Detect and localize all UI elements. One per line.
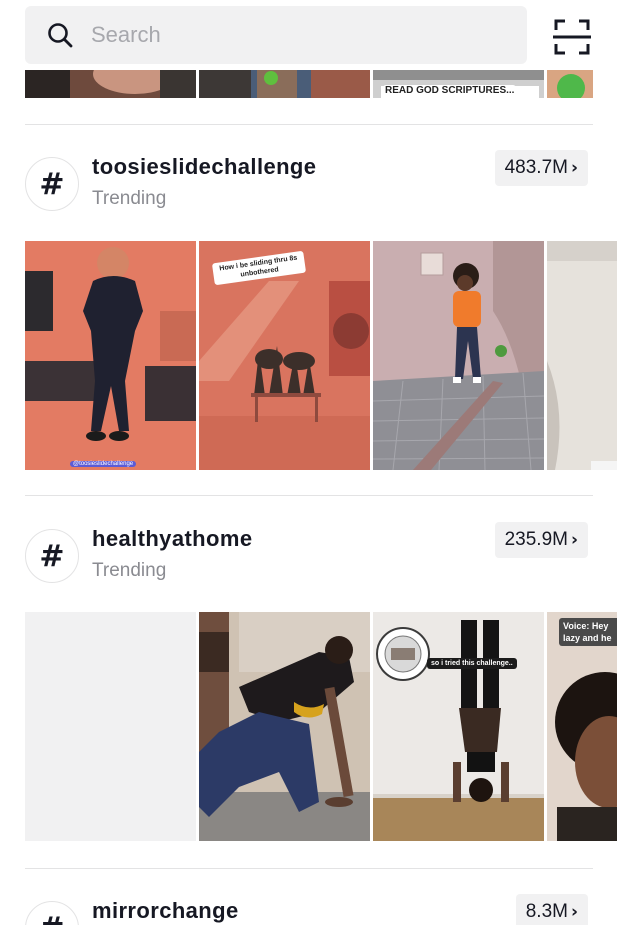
video-thumbnail[interactable] [199, 70, 370, 98]
divider [25, 124, 593, 125]
search-input[interactable] [91, 15, 491, 55]
thumbnail-image [373, 612, 544, 841]
view-count-value: 235.9M [504, 529, 568, 550]
chevron-right-icon: › [570, 158, 578, 178]
hashtag-header[interactable]: # healthyathome Trending 235.9M › [25, 522, 588, 599]
thumbnail-image [199, 612, 370, 841]
thumbnail-caption: Voice: Hey lazy and he [559, 618, 617, 646]
thumbnail-caption: so i tried this challenge.. [427, 658, 517, 669]
thumbnail-image [547, 241, 617, 470]
hashtag-icon: # [25, 901, 79, 925]
hashtag-view-count[interactable]: 8.3M › [515, 894, 588, 925]
thumbnail-image [547, 612, 617, 841]
view-count-value: 483.7M [504, 157, 568, 178]
hashtag-view-count[interactable]: 235.9M › [494, 522, 588, 558]
thumbnail-image [25, 70, 196, 98]
thumbnail-image [25, 241, 196, 470]
video-thumbnail[interactable] [547, 70, 593, 98]
hashtag-name: healthyathome [92, 526, 253, 551]
video-thumbnail[interactable] [199, 612, 370, 841]
chevron-right-icon: › [570, 902, 578, 922]
hashtag-subtitle: Trending [92, 560, 167, 581]
hashtag-name: mirrorchange [92, 898, 239, 923]
hashtag-icon: # [25, 529, 79, 583]
hashtag-name: toosieslidechallenge [92, 154, 317, 179]
thumbnail-caption: @toosieslidechallenge [70, 461, 137, 467]
search-icon [48, 23, 73, 48]
video-thumbnail[interactable] [25, 612, 196, 841]
hashtag-icon: # [25, 157, 79, 211]
hashtag-thumbnails: so i tried this challenge.. Voice: Hey l… [25, 612, 620, 841]
thumbnail-image [373, 241, 544, 470]
previous-hashtag-thumbnails: READ GOD SCRIPTURES... [25, 70, 593, 98]
hashtag-thumbnails: @toosieslidechallenge How i be sliding t… [25, 241, 620, 470]
thumbnail-image [199, 70, 370, 98]
video-thumbnail[interactable]: so i tried this challenge.. [373, 612, 544, 841]
divider [25, 495, 593, 496]
divider [25, 868, 593, 869]
search-bar[interactable] [25, 6, 527, 64]
hashtag-header[interactable]: # mirrorchange 8.3M › [25, 894, 588, 925]
view-count-value: 8.3M [525, 901, 568, 922]
video-thumbnail[interactable] [547, 241, 617, 470]
hashtag-subtitle: Trending [92, 188, 167, 209]
video-thumbnail[interactable]: @toosieslidechallenge [25, 241, 196, 470]
video-thumbnail[interactable]: READ GOD SCRIPTURES... [373, 70, 544, 98]
video-thumbnail[interactable]: Voice: Hey lazy and he [547, 612, 617, 841]
video-thumbnail[interactable]: How i be sliding thru 8s unbothered [199, 241, 370, 470]
thumbnail-image [547, 70, 593, 98]
hashtag-header[interactable]: # toosieslidechallenge Trending 483.7M › [25, 150, 588, 227]
thumbnail-image [25, 612, 196, 841]
video-thumbnail[interactable] [373, 241, 544, 470]
chevron-right-icon: › [570, 530, 578, 550]
video-thumbnail[interactable] [25, 70, 196, 98]
hashtag-view-count[interactable]: 483.7M › [494, 150, 588, 186]
thumbnail-caption: READ GOD SCRIPTURES... [383, 85, 517, 96]
scan-icon[interactable] [553, 18, 591, 56]
